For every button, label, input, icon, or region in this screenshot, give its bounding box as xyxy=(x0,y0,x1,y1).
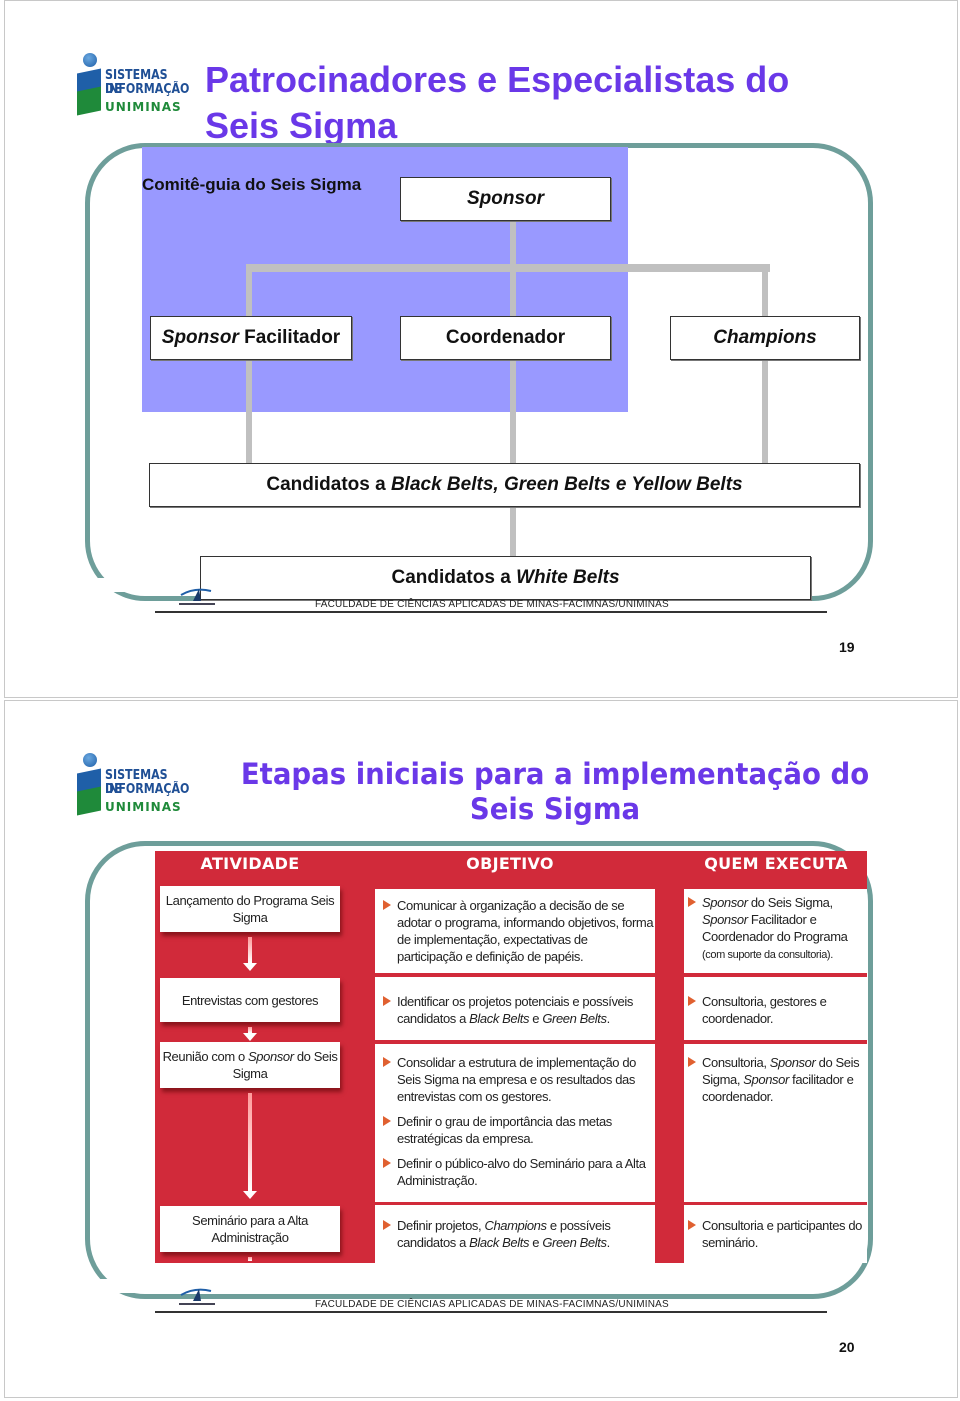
objective-cell-1: Comunicar à organização a decisão de se … xyxy=(375,889,655,973)
champions-label: Champions xyxy=(713,327,817,348)
objective-item: Definir projetos, Champions e possíveis … xyxy=(383,1217,655,1251)
objective-text: Comunicar à organização a decisão de se … xyxy=(397,898,654,964)
footer-text: FACULDADE DE CIÊNCIAS APLICADAS DE MINAS… xyxy=(315,599,669,610)
coordenador-label: Coordenador xyxy=(445,327,566,348)
bullet-icon xyxy=(383,996,391,1006)
sponsor-label: Sponsor xyxy=(466,188,545,209)
bullet-icon xyxy=(688,1057,696,1067)
activity-reuniao: Reunião com o Sponsor do Seis Sigma xyxy=(160,1042,340,1088)
executor-text: Consultoria e participantes do seminário… xyxy=(702,1218,862,1250)
candidates-white-box: Candidatos a White Belts xyxy=(200,556,811,600)
executor-text: Sponsor do Seis Sigma, Sponsor Facilitad… xyxy=(702,895,848,961)
candidates-belts: Black Belts, Green Belts e Yellow Belts xyxy=(390,474,743,495)
executor-cell-1: Sponsor do Seis Sigma, Sponsor Facilitad… xyxy=(684,889,867,973)
flow-arrow xyxy=(248,1093,252,1191)
uniminas-footer-logo-icon xyxy=(179,588,215,605)
bullet-icon xyxy=(688,897,696,907)
uniminas-logo: SISTEMAS DE INFORMAÇÃO UNIMINAS xyxy=(77,753,189,823)
objective-item: Identificar os projetos potenciais e pos… xyxy=(383,993,655,1027)
logo-line3: UNIMINAS xyxy=(105,800,182,814)
executor-cell-4: Consultoria e participantes do seminário… xyxy=(684,1205,867,1263)
logo-bar-green-icon xyxy=(77,786,101,816)
page-number: 19 xyxy=(839,639,855,655)
header-objetivo: OBJETIVO xyxy=(466,854,554,873)
sponsor-facilitador-rest: Facilitador xyxy=(238,327,341,348)
candidates-white-belts: White Belts xyxy=(516,567,620,588)
slide-20: SISTEMAS DE INFORMAÇÃO UNIMINAS Etapas i… xyxy=(4,700,958,1398)
footer-text: FACULDADE DE CIÊNCIAS APLICADAS DE MINAS… xyxy=(315,1299,669,1310)
arrow-down-icon xyxy=(243,1191,257,1199)
slide-title: Etapas iniciais para a implementação do … xyxy=(240,757,870,826)
executor-item: Consultoria, Sponsor do Seis Sigma, Spon… xyxy=(688,1054,867,1105)
uniminas-footer-logo-icon xyxy=(179,1288,215,1305)
executor-item: Sponsor do Seis Sigma, Sponsor Facilitad… xyxy=(688,894,867,964)
sponsor-box: Sponsor xyxy=(400,177,611,221)
bullet-icon xyxy=(688,1220,696,1230)
candidates-prefix: Candidatos a xyxy=(266,474,391,495)
page-number: 20 xyxy=(839,1339,855,1355)
activity-entrevistas: Entrevistas com gestores xyxy=(160,978,340,1022)
objective-cell-4: Definir projetos, Champions e possíveis … xyxy=(375,1205,655,1263)
header-quem-executa: QUEM EXECUTA xyxy=(704,854,848,873)
footer-divider xyxy=(155,611,827,613)
objective-text: Identificar os projetos potenciais e pos… xyxy=(397,994,633,1026)
activity-lancamento: Lançamento do Programa Seis Sigma xyxy=(160,886,340,932)
arrow-down-icon xyxy=(243,1033,257,1041)
objective-item: Consolidar a estrutura de implementação … xyxy=(383,1054,655,1105)
sponsor-facilitador-box: Sponsor Facilitador xyxy=(150,316,352,360)
slide-19: SISTEMAS DE INFORMAÇÃO UNIMINAS Patrocin… xyxy=(4,0,958,698)
coordenador-box: Coordenador xyxy=(400,316,611,360)
logo-bar-green-icon xyxy=(77,86,101,116)
candidates-bgy-box: Candidatos a Black Belts, Green Belts e … xyxy=(149,463,860,507)
logo-dot-icon xyxy=(83,53,97,67)
objective-text: Definir o público-alvo do Seminário para… xyxy=(397,1156,646,1188)
logo-dot-icon xyxy=(83,753,97,767)
executor-item: Consultoria, gestores e coordenador. xyxy=(688,993,867,1027)
uniminas-logo: SISTEMAS DE INFORMAÇÃO UNIMINAS xyxy=(77,53,189,123)
bullet-icon xyxy=(383,900,391,910)
objective-text: Consolidar a estrutura de implementação … xyxy=(397,1055,637,1104)
logo-line2: INFORMAÇÃO xyxy=(105,782,190,797)
executor-cell-3: Consultoria, Sponsor do Seis Sigma, Spon… xyxy=(684,1044,867,1202)
flow-arrow xyxy=(248,937,252,963)
logo-line3: UNIMINAS xyxy=(105,100,182,114)
champions-box: Champions xyxy=(670,316,860,360)
objective-item: Definir o público-alvo do Seminário para… xyxy=(383,1155,655,1189)
slide-title: Patrocinadores e Especialistas do Seis S… xyxy=(205,59,790,146)
executor-item: Consultoria e participantes do seminário… xyxy=(688,1217,867,1251)
bullet-icon xyxy=(383,1220,391,1230)
footer-divider xyxy=(155,1311,827,1313)
bullet-icon xyxy=(383,1158,391,1168)
objective-item: Comunicar à organização a decisão de se … xyxy=(383,897,655,965)
flow-arrow xyxy=(248,1257,252,1261)
arrow-down-icon xyxy=(243,963,257,971)
activity-seminario: Seminário para a Alta Administração xyxy=(160,1206,340,1252)
executor-text: Consultoria, Sponsor do Seis Sigma, Spon… xyxy=(702,1055,860,1104)
bullet-icon xyxy=(383,1116,391,1126)
activity-reuniao-text: Reunião com o Sponsor do Seis Sigma xyxy=(162,1049,338,1081)
executor-text: Consultoria, gestores e coordenador. xyxy=(702,994,827,1026)
connector-line xyxy=(762,264,768,464)
candidates-white-prefix: Candidatos a xyxy=(391,567,517,588)
header-atividade: ATIVIDADE xyxy=(200,854,300,873)
objective-item: Definir o grau de importância das metas … xyxy=(383,1113,655,1147)
objective-text: Definir projetos, Champions e possíveis … xyxy=(397,1218,611,1250)
connector-line xyxy=(246,264,252,464)
connector-line xyxy=(246,264,770,272)
objective-cell-3: Consolidar a estrutura de implementação … xyxy=(375,1044,655,1202)
bullet-icon xyxy=(688,996,696,1006)
sponsor-facilitador-italic: Sponsor xyxy=(161,327,239,348)
executor-cell-2: Consultoria, gestores e coordenador. xyxy=(684,977,867,1040)
logo-line2: INFORMAÇÃO xyxy=(105,82,190,97)
committee-label: Comitê-guia do Seis Sigma xyxy=(142,175,362,194)
objective-text: Definir o grau de importância das metas … xyxy=(397,1114,612,1146)
bullet-icon xyxy=(383,1057,391,1067)
objective-cell-2: Identificar os projetos potenciais e pos… xyxy=(375,977,655,1040)
